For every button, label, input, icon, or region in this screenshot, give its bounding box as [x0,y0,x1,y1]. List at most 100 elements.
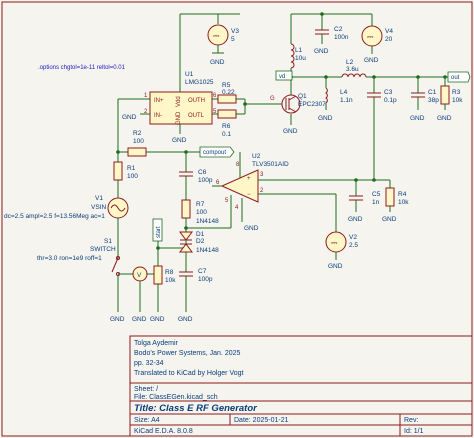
svg-text:+: + [247,176,251,182]
s1-value: SWITCH [90,246,116,253]
d1-value: 1N4148 [196,218,219,225]
tb-size: Size: A4 [134,417,160,424]
vm-gnd-label: GND [132,316,147,323]
r4-resistor[interactable]: R4 10k GND [382,180,409,223]
s1-gnd-label: GND [110,316,125,323]
r6-ref: R6 [222,123,231,130]
u1-pin6: 6 [213,93,217,99]
c2-capacitor[interactable]: C2 100n GND [314,14,349,55]
u1-pin-outl: OUTL [188,113,205,119]
l1-ref: L1 [295,47,303,54]
d2-value: 1N4148 [196,247,219,254]
u1-pin-outh: OUTH [188,98,205,104]
u2-value: TLV3501AID [252,161,289,168]
tb-id: Id: 1/1 [404,428,424,435]
u1-ref: U1 [185,71,194,78]
r2-resistor[interactable]: R2 100 [127,130,147,157]
c7-gnd-label: GND [178,316,193,323]
d2-diode[interactable]: D2 1N4148 [179,238,219,262]
v4-source[interactable]: ⎓ V4 20 GND [361,14,393,64]
r8-ref: R8 [165,269,174,276]
compout-net-label: compout [199,146,235,158]
c1-ref: C1 [428,89,437,96]
s1-switch[interactable]: S1 SWITCH thr=3.0 ron=1e9 roff=1 GND [37,228,125,323]
v4-gnd-label: GND [364,57,379,64]
u1-gnd-bot-label: GND [172,137,187,144]
voltmeter[interactable]: V GND [132,266,148,323]
l1-inductor[interactable]: L1 10u [290,14,306,77]
c3-value: 0.1p [384,97,397,104]
r4-gnd-label: GND [382,216,397,223]
u1-pin1: 1 [144,93,148,99]
r4-ref: R4 [398,191,407,198]
r8-resistor[interactable]: R8 10k GND [150,262,176,323]
r5-ref: R5 [222,82,231,89]
svg-text:vd: vd [279,74,285,80]
out-net-label: out [447,71,471,83]
c2-value: 100n [334,34,349,41]
q1-value: EPC2307 [298,101,326,108]
u2-gnd-label: GND [244,225,259,232]
schematic-canvas: .options chgtol=1e-11 reltol=0.01 ⎓ V3 5… [1,1,473,437]
tb-tool: KiCad E.D.A. 8.0.8 [134,428,193,435]
r3-resistor[interactable]: R3 10k GND [437,77,463,122]
r1-ref: R1 [127,165,136,172]
title-block: Tolga Aydemir Bodo's Power Systems, Jan.… [129,335,473,437]
r5-resistor[interactable]: R5 0.22 [212,82,245,104]
r6-resistor[interactable]: R6 0.1 [212,109,245,138]
v2-ref: V2 [349,234,357,241]
r1-resistor[interactable]: R1 100 [113,152,138,198]
tb-title: Title: Class E RF Generator [134,403,258,414]
r3-ref: R3 [452,89,461,96]
u1-value: LMG1025 [185,79,214,86]
c5-capacitor[interactable]: C5 1n GND [348,180,381,223]
s1-spec: thr=3.0 ron=1e9 roff=1 [37,255,102,262]
tb-author: Tolga Aydemir [134,340,179,347]
u2-pin6: 6 [216,180,220,186]
svg-text:⎓: ⎓ [331,238,338,247]
u2-comparator[interactable]: + − U2 TLV3501AID 3 2 6 8 4 5 [216,153,289,211]
l2-ref: L2 [346,59,354,66]
v2-source[interactable]: ⎓ V2 2.5 GND [325,231,358,270]
r7-ref: R7 [196,201,205,208]
tb-rev: Rev: [404,417,418,424]
v2-value: 2.5 [349,242,358,249]
q1-transistor[interactable]: Q1 EPC2307 [281,93,326,114]
vd-net-label: vd [275,70,293,81]
tb-source: Bodo's Power Systems, Jan. 2025 [134,350,240,357]
svg-text:V: V [137,272,142,279]
c6-ref: C6 [198,169,207,176]
c2-ref: C2 [334,26,343,33]
r8-value: 10k [165,277,176,284]
c3-capacitor[interactable]: C3 0.1p [367,77,397,180]
d2-ref: D2 [196,238,205,245]
l4-ref: L4 [340,89,348,96]
v3-ref: V3 [231,28,239,35]
v3-source[interactable]: ⎓ V3 5 GND [207,14,239,66]
c6-capacitor[interactable]: C6 100p [179,152,213,200]
u1-pin-vdd: Vdd [176,96,182,107]
r1-value: 100 [127,173,138,180]
v1-source[interactable]: V1 VSIN dc=2.5 ampl=2.5 f=13.56Meg ac=1 [4,195,129,228]
c1-gnd-label: GND [410,115,425,122]
l2-inductor[interactable]: L2 3.6u [341,59,367,78]
v2-gnd-label: GND [328,263,343,270]
c2-gnd-label: GND [314,48,329,55]
u2-pin4: 4 [235,205,239,211]
c6-value: 100p [198,177,213,184]
q1-gate-pin: G [270,96,275,102]
r8-gnd-label: GND [150,316,165,323]
u2-ref: U2 [252,153,261,160]
c7-value: 100p [198,276,213,283]
c5-gnd-label: GND [348,216,363,223]
u2-pin5: 5 [225,198,229,204]
l4-inductor[interactable]: L4 1.1n GND [318,77,353,122]
c1-capacitor[interactable]: C1 38p GND [410,77,439,122]
v4-value: 20 [385,36,393,43]
u2-pin2: 2 [260,188,264,194]
v4-ref: V4 [385,28,393,35]
c7-capacitor[interactable]: C7 100p GND [178,262,213,323]
tb-file: File: ClassEGen.kicad_sch [134,394,218,401]
svg-text:−: − [247,192,251,198]
v1-spec: dc=2.5 ampl=2.5 f=13.56Meg ac=1 [4,213,105,220]
